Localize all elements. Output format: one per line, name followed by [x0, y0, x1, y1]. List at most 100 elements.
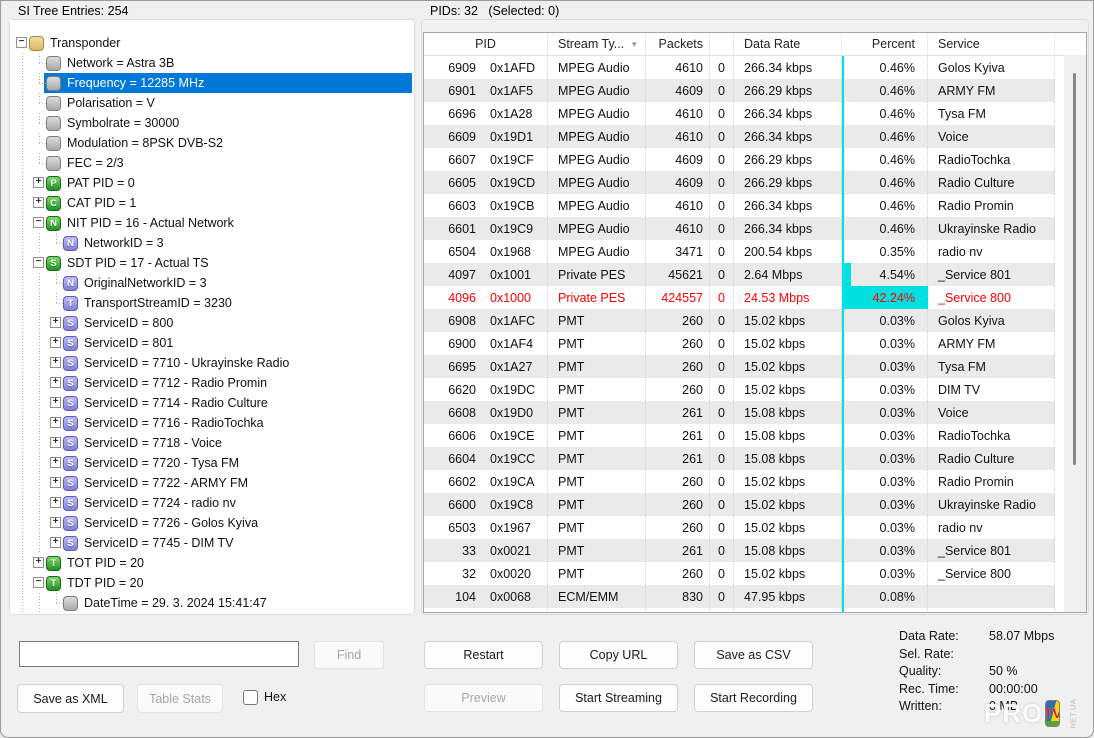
tree-item[interactable]: +SServiceID = 7716 - RadioTochka: [10, 413, 412, 433]
find-button[interactable]: Find: [314, 641, 384, 669]
table-row[interactable]: 66950x1A27PMT260015.02 kbps0.03%Tysa FM: [424, 355, 1086, 378]
tree-item[interactable]: +SServiceID = 7720 - Tysa FM: [10, 453, 412, 473]
tree-item-body[interactable]: SServiceID = 7726 - Golos Kyiva: [61, 513, 262, 533]
expand-icon[interactable]: +: [33, 177, 44, 188]
tree-item[interactable]: TTransportStreamID = 3230: [10, 293, 412, 313]
tree-item[interactable]: +SServiceID = 7745 - DIM TV: [10, 533, 412, 553]
table-row[interactable]: 69000x1AF4PMT260015.02 kbps0.03%ARMY FM: [424, 332, 1086, 355]
tree-item[interactable]: +SServiceID = 7726 - Golos Kyiva: [10, 513, 412, 533]
tree-item-body[interactable]: SServiceID = 7718 - Voice: [61, 433, 226, 453]
expand-icon[interactable]: +: [50, 397, 61, 408]
tree-item-body[interactable]: TTDT PID = 20: [44, 573, 148, 593]
table-row[interactable]: 66050x19CDMPEG Audio46090266.29 kbps0.46…: [424, 171, 1086, 194]
tree-item-body[interactable]: SServiceID = 801: [61, 333, 177, 353]
tree-item[interactable]: +CCAT PID = 1: [10, 193, 412, 213]
table-row[interactable]: 66090x19D1MPEG Audio46100266.34 kbps0.46…: [424, 125, 1086, 148]
tree-item-body[interactable]: SServiceID = 7710 - Ukrayinske Radio: [61, 353, 293, 373]
start-streaming-button[interactable]: Start Streaming: [559, 684, 678, 712]
expand-icon[interactable]: +: [50, 337, 61, 348]
table-row[interactable]: 66000x19C8PMT260015.02 kbps0.03%Ukrayins…: [424, 493, 1086, 516]
expand-icon[interactable]: +: [50, 517, 61, 528]
column-header-pid[interactable]: PID: [424, 33, 548, 55]
table-row[interactable]: 66070x19CFMPEG Audio46090266.29 kbps0.46…: [424, 148, 1086, 171]
table-row[interactable]: 69010x1AF5MPEG Audio46090266.29 kbps0.46…: [424, 79, 1086, 102]
tree-item[interactable]: +PPAT PID = 0: [10, 173, 412, 193]
restart-button[interactable]: Restart: [424, 641, 543, 669]
tree-item[interactable]: +SServiceID = 7714 - Radio Culture: [10, 393, 412, 413]
column-header-service[interactable]: Service: [928, 33, 1055, 55]
scrollbar-thumb[interactable]: [1073, 73, 1076, 465]
tree-item[interactable]: −TTDT PID = 20: [10, 573, 412, 593]
collapse-icon[interactable]: −: [16, 37, 27, 48]
tree-item-body[interactable]: NNetworkID = 3: [61, 233, 168, 253]
tree-item-body[interactable]: Frequency = 12285 MHz: [44, 73, 412, 93]
table-row[interactable]: 40960x1000Private PES424557024.53 Mbps42…: [424, 286, 1086, 309]
tree-item[interactable]: +SServiceID = 7722 - ARMY FM: [10, 473, 412, 493]
expand-icon[interactable]: +: [33, 557, 44, 568]
expand-icon[interactable]: +: [50, 477, 61, 488]
column-header-data-rate[interactable]: Data Rate: [734, 33, 842, 55]
expand-icon[interactable]: +: [50, 457, 61, 468]
table-row[interactable]: 69090x1AFDMPEG Audio46100266.34 kbps0.46…: [424, 56, 1086, 79]
table-row[interactable]: 65030x1967PMT260015.02 kbps0.03%radio nv: [424, 516, 1086, 539]
pid-table-header[interactable]: PID Stream Ty...▼ Packets Data Rate Perc…: [424, 33, 1086, 56]
table-row[interactable]: 66080x19D0PMT261015.08 kbps0.03%Voice: [424, 401, 1086, 424]
collapse-icon[interactable]: −: [33, 257, 44, 268]
tree-item[interactable]: Symbolrate = 30000: [10, 113, 412, 133]
tree-item[interactable]: −NNIT PID = 16 - Actual Network: [10, 213, 412, 233]
tree-item-body[interactable]: SServiceID = 7722 - ARMY FM: [61, 473, 252, 493]
table-row[interactable]: 330x0021PMT261015.08 kbps0.03%_Service 8…: [424, 539, 1086, 562]
column-header-stream-type[interactable]: Stream Ty...▼: [548, 33, 646, 55]
column-header-packets[interactable]: Packets: [646, 33, 710, 55]
tree-item[interactable]: Modulation = 8PSK DVB-S2: [10, 133, 412, 153]
pid-table-body[interactable]: 69090x1AFDMPEG Audio46100266.34 kbps0.46…: [424, 56, 1086, 613]
tree-item-body[interactable]: Network = Astra 3B: [44, 53, 178, 73]
tree-item[interactable]: +SServiceID = 7724 - radio nv: [10, 493, 412, 513]
tree-item-body[interactable]: Polarisation = V: [44, 93, 159, 113]
tree-item[interactable]: +SServiceID = 801: [10, 333, 412, 353]
tree-item[interactable]: −Transponder: [10, 33, 412, 53]
tree-item-body[interactable]: Transponder: [27, 33, 124, 53]
table-row[interactable]: 69080x1AFCPMT260015.02 kbps0.03%Golos Ky…: [424, 309, 1086, 332]
tree-item-body[interactable]: FEC = 2/3: [44, 153, 128, 173]
tree-item-body[interactable]: DateTime = 29. 3. 2024 15:41:47: [61, 593, 271, 612]
tree-item[interactable]: +SServiceID = 7710 - Ukrayinske Radio: [10, 353, 412, 373]
table-stats-button[interactable]: Table Stats: [137, 684, 223, 713]
tree-item[interactable]: +SServiceID = 7718 - Voice: [10, 433, 412, 453]
tree-item[interactable]: NNetworkID = 3: [10, 233, 412, 253]
table-row[interactable]: 66020x19CAPMT260015.02 kbps0.03%Radio Pr…: [424, 470, 1086, 493]
start-recording-button[interactable]: Start Recording: [694, 684, 813, 712]
tree-item[interactable]: +TTOT PID = 20: [10, 553, 412, 573]
tree-item-body[interactable]: Symbolrate = 30000: [44, 113, 183, 133]
tree-item-body[interactable]: SServiceID = 800: [61, 313, 177, 333]
preview-button[interactable]: Preview: [424, 684, 543, 712]
expand-icon[interactable]: +: [50, 537, 61, 548]
table-row[interactable]: 66040x19CCPMT261015.08 kbps0.03%Radio Cu…: [424, 447, 1086, 470]
collapse-icon[interactable]: −: [33, 217, 44, 228]
tree-item[interactable]: +SServiceID = 800: [10, 313, 412, 333]
tree-item-body[interactable]: NNIT PID = 16 - Actual Network: [44, 213, 238, 233]
table-row[interactable]: 66030x19CBMPEG Audio46100266.34 kbps0.46…: [424, 194, 1086, 217]
tree-item[interactable]: FEC = 2/3: [10, 153, 412, 173]
expand-icon[interactable]: +: [50, 497, 61, 508]
tree-item-body[interactable]: Modulation = 8PSK DVB-S2: [44, 133, 227, 153]
column-header-percent[interactable]: Percent: [842, 33, 928, 55]
tree-item-body[interactable]: NOriginalNetworkID = 3: [61, 273, 211, 293]
table-row[interactable]: 40970x1001Private PES4562102.64 Mbps4.54…: [424, 263, 1086, 286]
tree-item[interactable]: Network = Astra 3B: [10, 53, 412, 73]
hex-checkbox[interactable]: [243, 690, 258, 705]
tree-item-body[interactable]: SServiceID = 7714 - Radio Culture: [61, 393, 272, 413]
table-row[interactable]: 1040x0068ECM/EMM830047.95 kbps0.08%: [424, 585, 1086, 608]
table-row[interactable]: 66060x19CEPMT261015.08 kbps0.03%RadioToc…: [424, 424, 1086, 447]
tree-item-body[interactable]: SServiceID = 7720 - Tysa FM: [61, 453, 243, 473]
expand-icon[interactable]: +: [50, 357, 61, 368]
table-row[interactable]: 66960x1A28MPEG Audio46100266.34 kbps0.46…: [424, 102, 1086, 125]
si-tree[interactable]: −TransponderNetwork = Astra 3BFrequency …: [10, 20, 412, 612]
find-input[interactable]: [19, 641, 299, 667]
save-as-xml-button[interactable]: Save as XML: [17, 684, 124, 713]
tree-item[interactable]: −SSDT PID = 17 - Actual TS: [10, 253, 412, 273]
tree-item[interactable]: Frequency = 12285 MHz: [10, 73, 412, 93]
table-row[interactable]: 66200x19DCPMT260015.02 kbps0.03%DIM TV: [424, 378, 1086, 401]
vertical-scrollbar[interactable]: [1064, 55, 1086, 612]
expand-icon[interactable]: +: [33, 197, 44, 208]
